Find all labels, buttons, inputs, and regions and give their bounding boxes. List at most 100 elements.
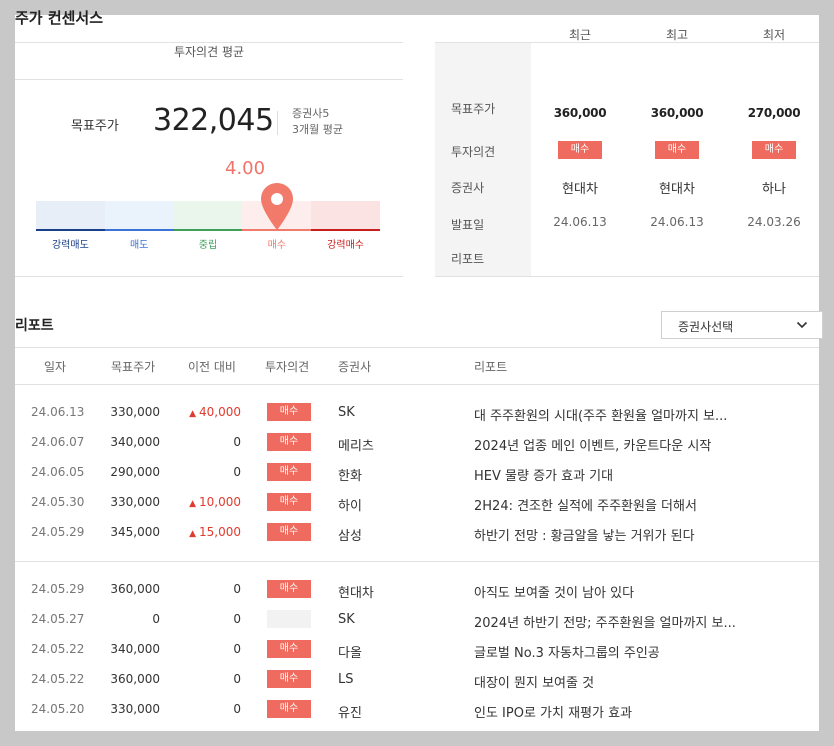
- row-diff-value: 0: [233, 702, 241, 716]
- row-opinion: 매수: [267, 433, 311, 451]
- row-date: 24.05.22: [31, 672, 85, 686]
- row-broker: 현대차: [338, 586, 374, 601]
- opinion-badge: [267, 610, 311, 628]
- table-row[interactable]: 24.05.22 340,000 0 매수 다올 글로벌 No.3 자동차그룹의 주인공: [15, 635, 819, 665]
- report-link[interactable]: 2024년 하반기 전망; 주주환원을 얼마까지 보...: [474, 612, 764, 631]
- column-header-lowest: 최저: [762, 28, 786, 42]
- row-broker: 하이: [338, 499, 362, 514]
- header-date: 일자: [44, 360, 67, 374]
- broker-select-label: 증권사선택: [678, 320, 734, 334]
- row-opinion: [267, 610, 311, 631]
- lowest-date: 24.03.26: [747, 215, 801, 229]
- opinion-badge: 매수: [267, 640, 311, 658]
- opinion-score: 4.00: [225, 158, 266, 179]
- row-opinion: 매수: [267, 670, 311, 688]
- row-broker: 유진: [338, 706, 362, 721]
- report-link[interactable]: 아직도 보여줄 것이 남아 있다: [474, 582, 764, 601]
- table-row[interactable]: 24.05.30 330,000 ▲ 10,000 매수 하이 2H24: 견조한 실적에 …: [15, 488, 819, 518]
- row-target: 330,000: [110, 702, 160, 716]
- table-row[interactable]: 24.05.29 345,000 ▲ 15,000 매수 삼성 하반기 전망 : 황금알을 …: [15, 518, 819, 548]
- row-target: 340,000: [110, 435, 160, 449]
- report-link[interactable]: 대장이 뭔지 보여줄 것: [474, 672, 764, 691]
- broker-select[interactable]: 증권사선택: [661, 311, 823, 339]
- row-target: 0: [152, 612, 160, 626]
- row-broker: 메리츠: [338, 439, 374, 454]
- opinion-gauge: [36, 201, 380, 231]
- table-row[interactable]: 24.05.27 0 0 SK 2024년 하반기 전망; 주주환원을 얼마까지 보..…: [15, 605, 819, 635]
- divider: [15, 79, 403, 80]
- report-link[interactable]: 인도 IPO로 가치 재평가 효과: [474, 702, 764, 721]
- gauge-baseline-segment: [173, 229, 243, 231]
- row-target: 360,000: [110, 672, 160, 686]
- row-diff: ▲ 40,000: [175, 405, 241, 419]
- row-broker: SK: [338, 405, 355, 420]
- lowest-target: 270,000: [747, 106, 801, 120]
- row-date: 24.06.07: [31, 435, 85, 449]
- report-link[interactable]: 하반기 전망 : 황금알을 낳는 거위가 된다: [474, 525, 764, 544]
- header-opinion: 투자의견: [265, 360, 310, 374]
- gauge-segment-neutral: [173, 201, 243, 231]
- opinion-badge: 매수: [267, 403, 311, 421]
- report-link[interactable]: 대 주주환원의 시대(주주 환원율 얼마까지 보...: [474, 405, 764, 424]
- column-header-recent: 최근: [568, 28, 592, 42]
- row-broker: LS: [338, 672, 354, 687]
- lowest-opinion: 매수: [734, 141, 814, 159]
- row-target: 340,000: [110, 642, 160, 656]
- row-date: 24.05.20: [31, 702, 85, 716]
- gauge-baseline: [36, 229, 380, 231]
- row-label-report: 리포트: [451, 252, 485, 266]
- opinion-badge: 매수: [267, 433, 311, 451]
- header-report: 리포트: [474, 360, 508, 374]
- table-row[interactable]: 24.05.20 330,000 0 매수 유진 인도 IPO로 가치 재평가 효과: [15, 695, 819, 725]
- row-diff: 0: [175, 642, 241, 656]
- row-opinion: 매수: [267, 580, 311, 598]
- row-opinion: 매수: [267, 403, 311, 421]
- section-title: 주가 컨센서스: [15, 9, 104, 27]
- report-link[interactable]: 2H24: 견조한 실적에 주주환원을 더해서: [474, 495, 764, 514]
- gauge-label: 중립: [198, 240, 218, 251]
- table-row[interactable]: 24.05.22 360,000 0 매수 LS 대장이 뭔지 보여줄 것: [15, 665, 819, 695]
- row-target: 360,000: [110, 582, 160, 596]
- gauge-segment-strong-buy: [311, 201, 380, 231]
- table-row[interactable]: 24.06.07 340,000 0 매수 메리츠 2024년 업종 메인 이벤트, 카운…: [15, 428, 819, 458]
- row-date: 24.05.22: [31, 642, 85, 656]
- table-row[interactable]: 24.05.29 360,000 0 매수 현대차 아직도 보여줄 것이 남아 있다: [15, 575, 819, 605]
- row-diff: 0: [175, 435, 241, 449]
- consensus-panel: 주가 컨센서스 투자의견 평균 목표주가 322,045 증권사5 3개월 평균…: [15, 9, 823, 731]
- row-opinion: 매수: [267, 700, 311, 718]
- row-diff: 0: [175, 672, 241, 686]
- chevron-down-icon: [796, 321, 808, 329]
- average-period: 3개월 평균: [292, 123, 343, 136]
- table-row[interactable]: 24.06.13 330,000 ▲ 40,000 매수 SK 대 주주환원의 시대(주주 …: [15, 398, 819, 428]
- row-broker: SK: [338, 612, 355, 627]
- row-broker: 다올: [338, 646, 362, 661]
- report-link[interactable]: 2024년 업종 메인 이벤트, 카운트다운 시작: [474, 435, 764, 454]
- row-opinion: 매수: [267, 640, 311, 658]
- report-link[interactable]: 글로벌 No.3 자동차그룹의 주인공: [474, 642, 764, 661]
- row-date: 24.06.05: [31, 465, 85, 479]
- table-row[interactable]: 24.06.05 290,000 0 매수 한화 HEV 물량 증가 효과 기대: [15, 458, 819, 488]
- row-label-opinion: 투자의견: [451, 145, 496, 159]
- row-diff-value: 40,000: [199, 405, 241, 419]
- row-label-target: 목표주가: [451, 102, 496, 116]
- row-broker: 삼성: [338, 529, 362, 544]
- row-diff-value: 0: [233, 612, 241, 626]
- header-broker: 증권사: [338, 360, 372, 374]
- row-diff-value: 0: [233, 582, 241, 596]
- highest-date: 24.06.13: [650, 215, 704, 229]
- row-diff-value: 0: [233, 672, 241, 686]
- gauge-segment-sell: [104, 201, 174, 231]
- header-target: 목표주가: [111, 360, 156, 374]
- triangle-up-icon: ▲: [189, 499, 196, 509]
- row-opinion: 매수: [267, 463, 311, 481]
- opinion-badge: 매수: [267, 523, 311, 541]
- row-opinion: 매수: [267, 523, 311, 541]
- opinion-badge: 매수: [558, 141, 602, 159]
- gauge-label: 매수: [267, 240, 286, 251]
- summary-row-labels: 목표주가 투자의견 증권사 발표일 리포트: [435, 42, 531, 276]
- divider: [15, 561, 819, 562]
- report-link[interactable]: HEV 물량 증가 효과 기대: [474, 465, 764, 484]
- row-date: 24.05.27: [31, 612, 85, 626]
- row-date: 24.05.30: [31, 495, 85, 509]
- row-diff: 0: [175, 582, 241, 596]
